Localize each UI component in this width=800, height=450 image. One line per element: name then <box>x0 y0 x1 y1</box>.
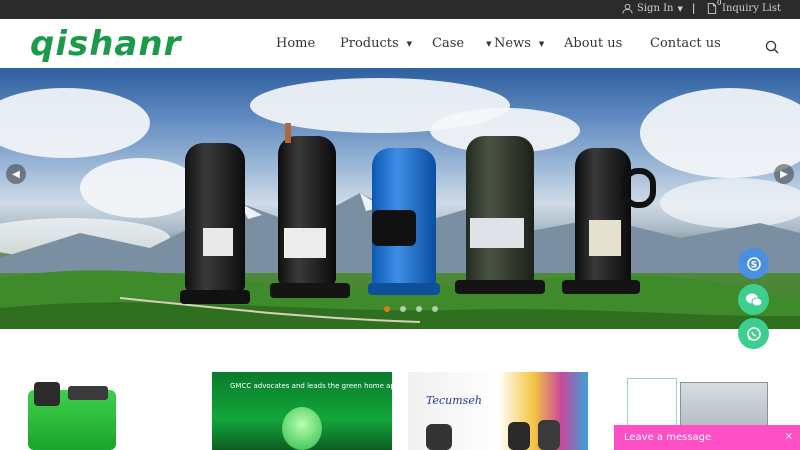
leave-message-label: Leave a message <box>624 432 712 443</box>
green-glow-graphic <box>282 407 322 450</box>
chevron-down-icon: ▼ <box>677 4 683 13</box>
product-thumbnail-2[interactable]: GMCC advocates and leads the green home … <box>212 372 392 450</box>
compressor-dark-green <box>466 136 534 286</box>
nav-item-case[interactable]: Case ▼ <box>432 36 491 51</box>
topbar-separator: | <box>692 3 696 14</box>
document-icon <box>707 3 717 14</box>
wechat-icon <box>745 293 762 306</box>
slider-prev-button[interactable]: ◀ <box>6 164 26 184</box>
nav-item-news[interactable]: News ▼ <box>494 36 544 51</box>
nav-item-home[interactable]: Home <box>276 36 315 51</box>
compressor-base <box>180 290 250 304</box>
chevron-left-icon: ◀ <box>12 168 20 180</box>
nav-label: Contact us <box>650 36 721 51</box>
compressor-blue <box>372 148 436 288</box>
nav-item-products[interactable]: Products ▼ <box>340 36 412 51</box>
compressor-image <box>508 422 530 450</box>
skype-button[interactable]: S <box>738 248 769 279</box>
search-button[interactable] <box>765 39 779 58</box>
product-thumbnail-1[interactable] <box>20 372 130 450</box>
product-label <box>589 220 621 256</box>
compressor-base <box>368 283 440 295</box>
nav-label: Home <box>276 36 316 51</box>
inquiry-count-badge: 0 <box>717 0 722 7</box>
slider-dot[interactable] <box>400 306 406 312</box>
main-header: qishanr Home Products ▼ Case ▼ News ▼ Ab… <box>0 19 800 68</box>
svg-text:S: S <box>750 260 756 270</box>
close-icon[interactable]: × <box>785 431 793 442</box>
top-utility-bar: Sign In ▼ | Inquiry List 0 <box>0 0 800 19</box>
compressor-black-1 <box>185 143 245 293</box>
compressor-image <box>426 424 452 450</box>
slider-dot[interactable] <box>416 306 422 312</box>
inquiry-list-label: Inquiry List <box>722 3 782 14</box>
slider-dot[interactable] <box>432 306 438 312</box>
nav-item-about-us[interactable]: About us <box>564 36 622 51</box>
compressor-black-2 <box>278 136 336 286</box>
product-label <box>470 218 524 248</box>
compressor-base <box>562 280 640 294</box>
discharge-pipe <box>622 168 656 208</box>
slider-pagination <box>384 306 438 312</box>
slider-dot[interactable] <box>384 306 390 312</box>
terminal-box <box>34 382 60 406</box>
chevron-right-icon: ▶ <box>780 168 788 180</box>
whatsapp-button[interactable] <box>738 318 769 349</box>
wechat-button[interactable] <box>738 284 769 315</box>
chevron-down-icon: ▼ <box>486 39 492 48</box>
skype-icon: S <box>746 256 761 271</box>
user-icon <box>622 3 633 14</box>
sign-in-label: Sign In <box>637 3 674 14</box>
sign-in-link[interactable]: Sign In ▼ <box>622 3 683 14</box>
leave-message-bar[interactable]: Leave a message × <box>614 425 800 450</box>
nav-label: Products <box>340 36 399 51</box>
whatsapp-icon <box>746 326 761 341</box>
compressor-image <box>538 420 560 450</box>
search-icon <box>765 40 779 54</box>
chevron-down-icon: ▼ <box>538 39 545 48</box>
tecumseh-brand: Tecumseh <box>426 394 482 407</box>
cloud-decoration <box>0 88 150 158</box>
compressor-base <box>455 280 545 294</box>
valve-part <box>68 386 108 400</box>
product-label <box>203 228 233 256</box>
gmcc-caption: GMCC advocates and leads the green home … <box>230 382 392 390</box>
terminal-box <box>372 210 416 246</box>
nav-label: Case <box>432 36 465 51</box>
site-logo[interactable]: qishanr <box>30 24 181 64</box>
compressor-black-3 <box>575 148 631 288</box>
nav-label: News <box>494 36 531 51</box>
slider-next-button[interactable]: ▶ <box>774 164 794 184</box>
product-thumbnail-3[interactable]: Tecumseh <box>408 372 588 450</box>
chevron-down-icon: ▼ <box>406 39 413 48</box>
nav-label: About us <box>564 36 623 51</box>
product-label <box>284 228 326 258</box>
hero-slider[interactable] <box>0 68 800 329</box>
copper-pipe <box>285 123 291 143</box>
compressor-base <box>270 283 350 298</box>
nav-item-contact-us[interactable]: Contact us <box>650 36 721 51</box>
